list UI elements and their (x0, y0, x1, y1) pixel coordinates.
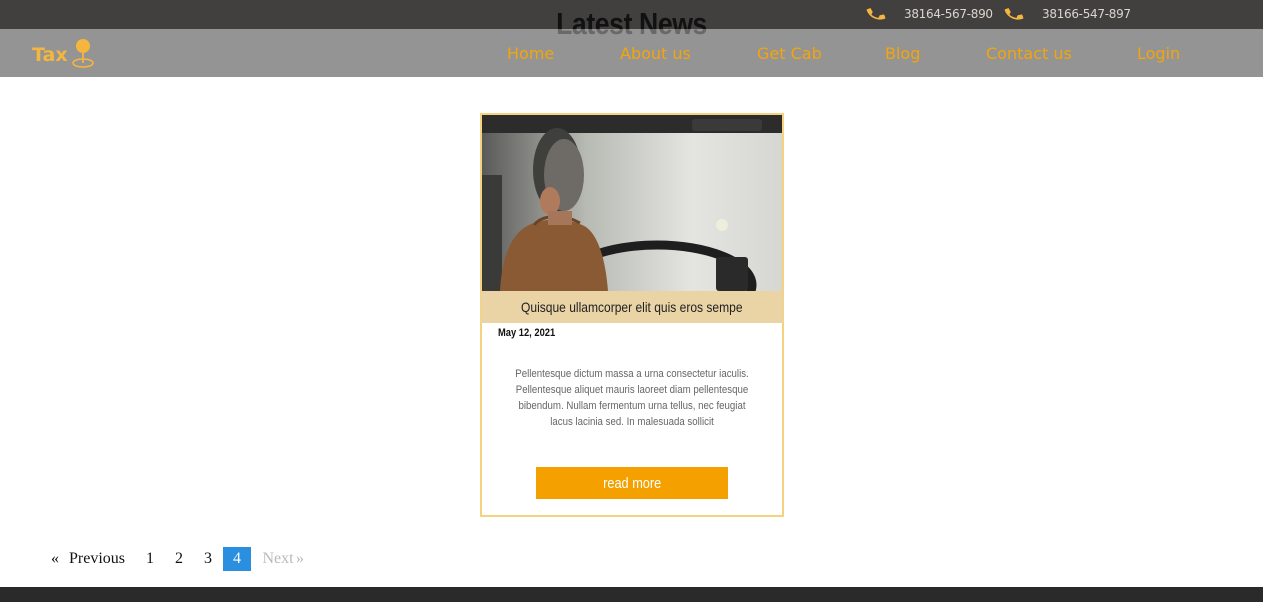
card-date: May 12, 2021 (498, 327, 556, 339)
pagination-page-1[interactable]: 1 (135, 547, 165, 571)
card-title-text: Quisque ullamcorper elit quis eros sempe (521, 299, 743, 315)
main-navbar: Tax Home About us Get Cab Blog Contact u… (0, 29, 1263, 77)
nav-about-us[interactable]: About us (620, 44, 691, 63)
map-pin-icon (71, 39, 94, 68)
pagination-page-3[interactable]: 3 (193, 547, 223, 571)
pagination-previous[interactable]: Previous (66, 547, 128, 571)
news-card: Quisque ullamcorper elit quis eros sempe… (480, 113, 784, 517)
pagination-page-2[interactable]: 2 (165, 547, 193, 571)
nav-get-cab[interactable]: Get Cab (757, 44, 822, 63)
pagination: « Previous 1 2 3 4 Next » (44, 547, 305, 571)
nav-home[interactable]: Home (507, 44, 554, 63)
read-more-label: read more (602, 474, 662, 492)
card-excerpt: Pellentesque dictum massa a urna consect… (496, 366, 768, 430)
pagination-next-arrow: » (296, 550, 304, 567)
footer (0, 587, 1263, 602)
logo-text: Tax (32, 44, 68, 66)
card-title[interactable]: Quisque ullamcorper elit quis eros sempe (481, 291, 783, 323)
read-more-button[interactable]: read more (536, 467, 728, 499)
nav-blog[interactable]: Blog (885, 44, 920, 63)
taxi-driver-photo (482, 115, 782, 291)
pagination-prev-arrow[interactable]: « (44, 547, 66, 571)
nav-contact-us[interactable]: Contact us (986, 44, 1072, 63)
nav-login[interactable]: Login (1137, 44, 1180, 63)
logo[interactable]: Tax (32, 38, 95, 68)
pagination-page-4-current[interactable]: 4 (223, 547, 251, 571)
card-excerpt-text: Pellentesque dictum massa a urna consect… (515, 368, 749, 428)
